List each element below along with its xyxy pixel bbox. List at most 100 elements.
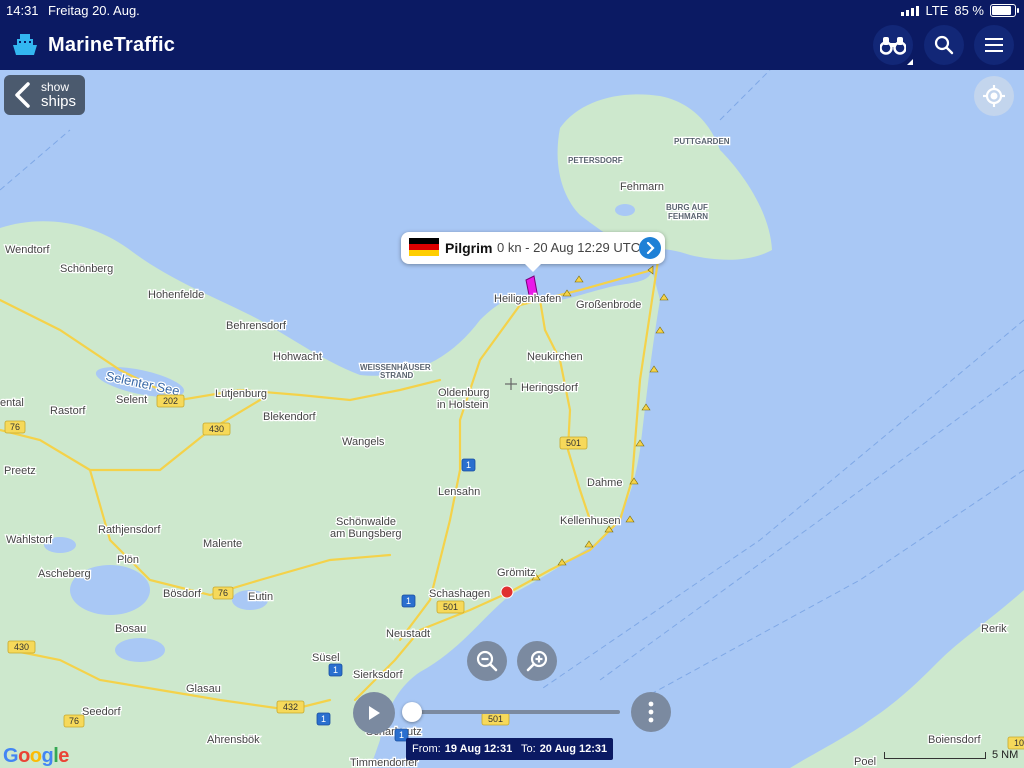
road-number: 1 xyxy=(406,596,411,606)
place-label: Dahme xyxy=(587,477,622,489)
place-label: Selent xyxy=(116,394,147,406)
map-view[interactable]: PUTTGARDEN PETERSDORF Fehmarn BURG AUF FEHMA… xyxy=(0,70,1024,768)
status-right: LTE 85 % xyxy=(901,3,1019,18)
ship-logo-icon xyxy=(13,34,37,55)
place-label: Sierksdorf xyxy=(353,669,403,681)
signal-icon xyxy=(901,5,920,16)
location-target-icon xyxy=(983,85,1005,107)
place-label: Süsel xyxy=(312,652,340,664)
battery-fill xyxy=(992,6,1011,15)
place-label: Preetz xyxy=(4,465,36,477)
zoom-in-icon xyxy=(526,650,548,672)
road-number: 1 xyxy=(321,714,326,724)
place-label: BURG AUF xyxy=(666,203,708,212)
place-label: PETERSDORF xyxy=(568,156,623,165)
place-label: Wahlstorf xyxy=(6,534,53,546)
road-number: 430 xyxy=(14,642,29,652)
place-label: Großenbrode xyxy=(576,299,641,311)
place-label: Lensahn xyxy=(438,486,480,498)
place-label: FEHMARN xyxy=(668,212,708,221)
show-ships-label-2: ships xyxy=(41,93,77,110)
place-label: Malente xyxy=(203,538,242,550)
battery-label: 85 % xyxy=(954,3,984,18)
to-label: To: xyxy=(521,743,536,755)
vessel-name: Pilgrim xyxy=(445,240,493,256)
place-label: Seedorf xyxy=(82,706,121,718)
place-label: Ascheberg xyxy=(38,568,91,580)
road-number: 76 xyxy=(218,588,228,598)
flag-stripe-3 xyxy=(409,250,439,256)
place-label: Wendtorf xyxy=(5,244,50,256)
from-date: 19 Aug 12:31 xyxy=(444,743,513,755)
place-label: Grömitz xyxy=(497,567,536,579)
place-label: Blekendorf xyxy=(263,411,317,423)
place-label: Behrensdorf xyxy=(226,320,287,332)
road-number: 501 xyxy=(566,438,581,448)
place-label: in Holstein xyxy=(437,399,488,411)
lake-bosau xyxy=(115,638,165,662)
from-date-box[interactable]: From: 19 Aug 12:31 xyxy=(406,738,519,760)
place-label: Rathjensdorf xyxy=(98,524,161,536)
google-letter: e xyxy=(58,745,69,767)
zoom-out-button[interactable] xyxy=(467,641,507,681)
search-button[interactable] xyxy=(924,25,964,65)
place-label: Lütjenburg xyxy=(215,388,267,400)
road-number: 202 xyxy=(163,396,178,406)
road-number: 430 xyxy=(209,424,224,434)
show-ships-label-1: show xyxy=(41,80,70,94)
place-label: Plön xyxy=(117,554,139,566)
place-label: STRAND xyxy=(380,371,414,380)
play-button[interactable] xyxy=(353,692,395,734)
place-label: Hohenfelde xyxy=(148,289,204,301)
google-letter: o xyxy=(18,745,30,767)
status-bar: 14:31 Freitag 20. Aug. LTE 85 % xyxy=(0,0,1024,20)
zoom-in-button[interactable] xyxy=(517,641,557,681)
place-label: Heringsdorf xyxy=(521,382,579,394)
port-marker[interactable] xyxy=(500,585,514,599)
place-label: Neukirchen xyxy=(527,351,583,363)
status-time: 14:31 xyxy=(6,3,39,18)
timeline-slider[interactable] xyxy=(412,710,620,714)
place-label: Kellenhusen xyxy=(560,515,621,527)
app-logo[interactable]: MarineTraffic xyxy=(10,32,175,58)
play-icon xyxy=(369,706,380,720)
road-number: 432 xyxy=(283,702,298,712)
place-label: Wangels xyxy=(342,436,385,448)
zoom-out-icon xyxy=(476,650,498,672)
dropdown-corner-icon xyxy=(907,59,913,65)
vessel-popup[interactable]: Pilgrim 0 kn - 20 Aug 12:29 UTC xyxy=(401,232,665,272)
more-options-button[interactable] xyxy=(631,692,671,732)
google-letter: o xyxy=(29,745,42,767)
place-label: Bösdorf xyxy=(163,588,202,600)
network-label: LTE xyxy=(925,3,949,18)
google-logo: Google xyxy=(3,745,69,768)
battery-icon xyxy=(990,4,1019,17)
place-label: Heiligenhafen xyxy=(494,293,561,305)
chevron-right-icon xyxy=(646,242,655,254)
app-title: MarineTraffic xyxy=(48,33,176,56)
my-location-button[interactable] xyxy=(974,76,1014,116)
place-label: Ahrensbök xyxy=(207,734,260,746)
road-number: 1 xyxy=(466,460,471,470)
place-label: Schashagen xyxy=(429,588,490,600)
menu-button[interactable] xyxy=(974,25,1014,65)
place-label: Neustadt xyxy=(386,628,430,640)
vessel-info: 0 kn - 20 Aug 12:29 UTC xyxy=(497,240,641,255)
map-canvas[interactable]: PUTTGARDEN PETERSDORF Fehmarn BURG AUFFEHMA… xyxy=(0,70,1024,768)
place-label: Schönberg xyxy=(60,263,113,275)
to-date-box[interactable]: To: 20 Aug 12:31 xyxy=(515,738,614,760)
road-number: 76 xyxy=(10,422,20,432)
to-date: 20 Aug 12:31 xyxy=(539,743,608,755)
map-scale xyxy=(884,747,986,761)
show-ships-button[interactable]: show ships xyxy=(4,75,85,115)
binoculars-button[interactable] xyxy=(873,25,913,65)
place-label: Poel xyxy=(854,756,876,768)
place-label: Rastorf xyxy=(50,405,86,417)
place-label: ental xyxy=(0,397,24,409)
road-number: 105 xyxy=(1014,738,1024,748)
road-number: 76 xyxy=(69,716,79,726)
vessel-details-button[interactable] xyxy=(639,237,661,259)
timeline-slider-thumb[interactable] xyxy=(402,702,422,722)
scale-label: 5 NM xyxy=(992,749,1019,761)
google-letter: g xyxy=(41,745,54,767)
